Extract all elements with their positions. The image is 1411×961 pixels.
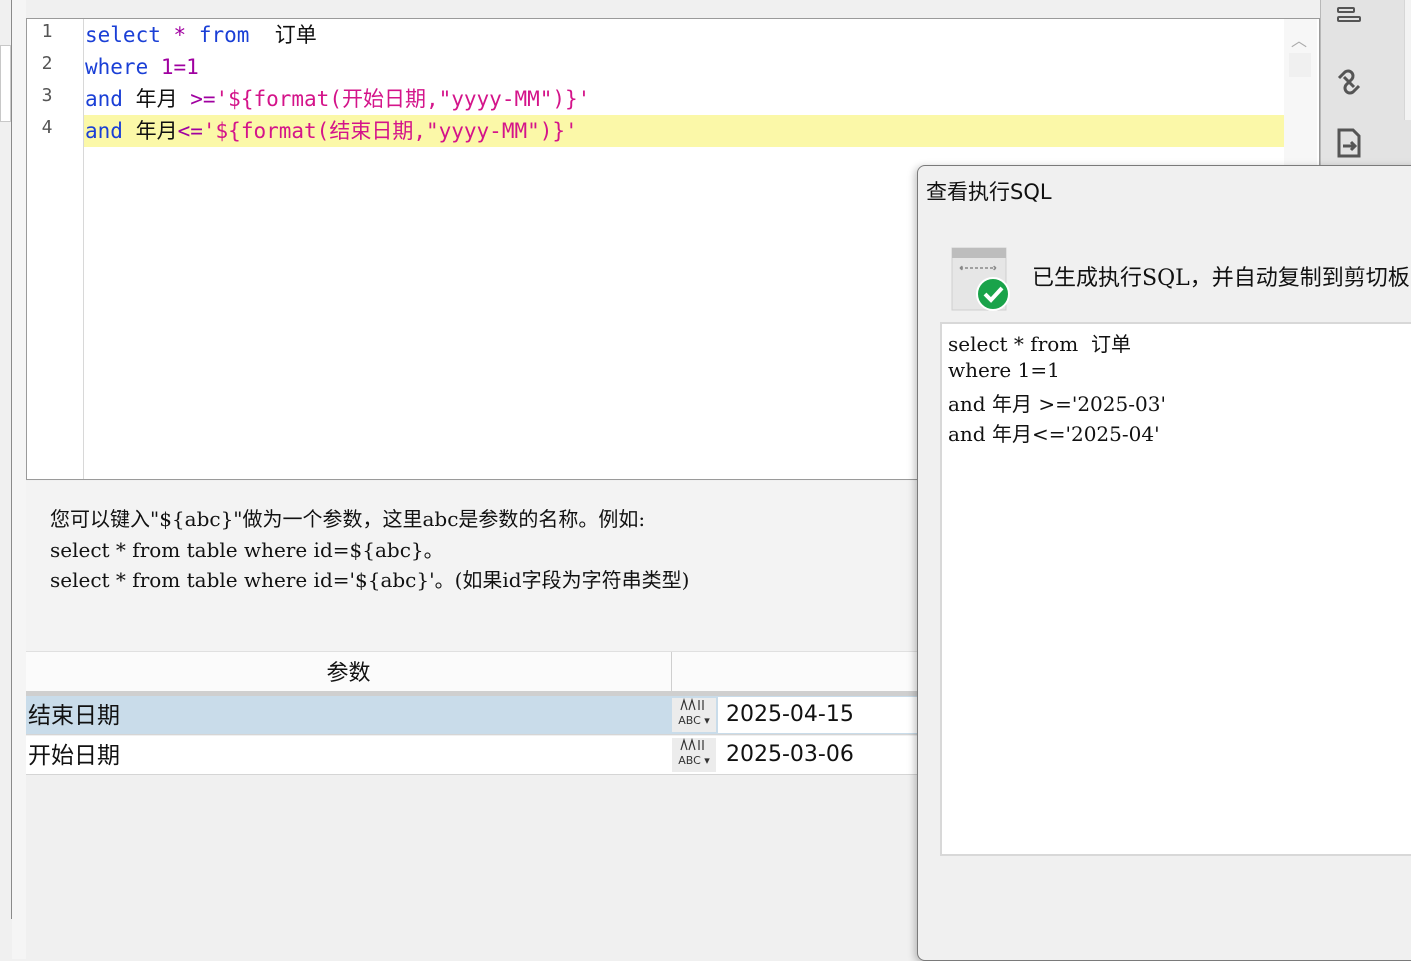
param-name: 开始日期	[28, 743, 120, 769]
view-sql-dialog: 查看执行SQL 已生成执行SQL，并自动复制到剪切板 select * from…	[917, 165, 1411, 961]
code-token: '${format(开始日期,"yyyy-MM")}'	[215, 87, 591, 111]
line-number: 2	[41, 53, 53, 74]
hint-example: select * from table where id=${abc}。	[50, 538, 444, 562]
code-token: select	[85, 23, 161, 47]
line-number: 3	[41, 85, 53, 106]
code-token: 年月	[122, 87, 191, 111]
code-token: '${format(结束日期,"yyyy-MM")}'	[202, 119, 578, 143]
success-check-icon	[950, 246, 1010, 311]
line-number: 1	[41, 21, 53, 42]
splitter[interactable]	[12, 0, 26, 959]
editor-top-border	[26, 0, 1320, 18]
type-abc-icon[interactable]: ABC ▾	[672, 737, 716, 772]
param-value-input[interactable]: 2025-03-06	[718, 737, 918, 773]
type-abc-icon[interactable]: ABC ▾	[672, 697, 716, 732]
line-number: 4	[41, 117, 53, 138]
scroll-up-icon[interactable]: ︿	[1289, 27, 1309, 50]
parameter-table: 参数 结束日期 ABC ▾ 2025-04-15 开始日期 ABC ▾ 2025…	[26, 651, 918, 959]
code-line[interactable]: select * from 订单	[84, 19, 1285, 51]
parameter-hint: 您可以键入"${abc}"做为一个参数，这里abc是参数的名称。例如: sele…	[26, 481, 926, 651]
code-token: 年月	[122, 119, 178, 143]
export-icon[interactable]	[1329, 126, 1369, 166]
sql-line: where 1=1	[948, 358, 1060, 382]
code-token: 订单	[249, 23, 317, 47]
toolbar-edge	[1404, 0, 1411, 120]
hint-example: select * from table where id='${abc}'。(如…	[50, 568, 690, 592]
param-name: 结束日期	[28, 703, 120, 729]
format-icon[interactable]	[1329, 2, 1369, 42]
code-token: and	[85, 119, 123, 143]
code-line[interactable]: where 1=1	[84, 51, 1285, 83]
code-token: *	[173, 23, 187, 47]
code-token: and	[85, 87, 123, 111]
hint-text: 您可以键入"${abc}"做为一个参数，这里abc是参数的名称。例如:	[50, 507, 646, 531]
sql-line: and 年月<='2025-04'	[948, 422, 1160, 446]
code-line[interactable]: and 年月 >='${format(开始日期,"yyyy-MM")}'	[84, 83, 1285, 115]
link-icon[interactable]	[1329, 66, 1369, 106]
code-token: where	[85, 55, 149, 79]
table-row[interactable]: 结束日期 ABC ▾ 2025-04-15	[26, 696, 918, 735]
code-line-current[interactable]: and 年月<='${format(结束日期,"yyyy-MM")}'	[84, 115, 1285, 147]
scrollbar-thumb[interactable]	[1289, 53, 1311, 77]
left-panel-edge	[0, 0, 12, 919]
code-token: 1=1	[160, 55, 199, 79]
sql-output-textarea[interactable]: select * from 订单 where 1=1 and 年月 >='202…	[940, 322, 1411, 856]
sql-line: select * from 订单	[948, 332, 1131, 356]
left-panel-item[interactable]	[0, 45, 11, 122]
code-token: >=	[190, 87, 216, 111]
code-token: <=	[177, 119, 203, 143]
sql-line: and 年月 >='2025-03'	[948, 392, 1166, 416]
column-header-param[interactable]: 参数	[26, 652, 672, 692]
table-header: 参数	[26, 651, 918, 692]
param-value-input[interactable]: 2025-04-15	[718, 697, 918, 733]
code-token: from	[198, 23, 250, 47]
dialog-message: 已生成执行SQL，并自动复制到剪切板	[1032, 266, 1410, 291]
line-number-gutter: 1 2 3 4	[27, 19, 84, 479]
dialog-title: 查看执行SQL	[926, 180, 1052, 204]
right-toolbar	[1320, 0, 1411, 165]
table-row[interactable]: 开始日期 ABC ▾ 2025-03-06	[26, 736, 918, 775]
